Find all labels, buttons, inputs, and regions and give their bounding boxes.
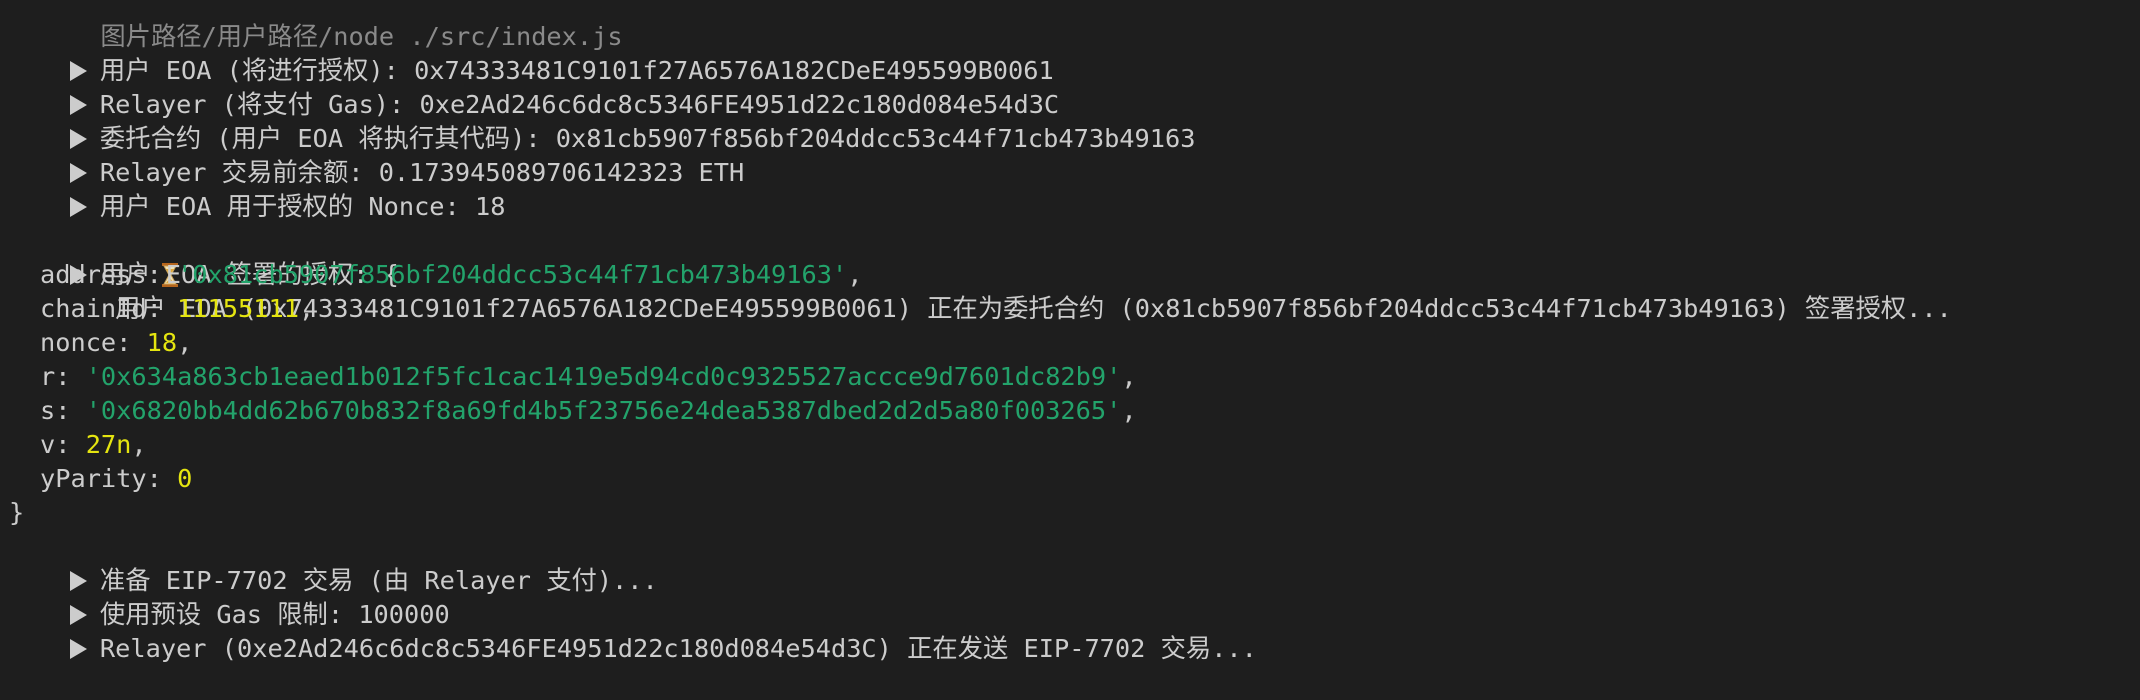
log-line-prepare-tx: 准备 EIP-7702 交易 (由 Relayer 支付)... xyxy=(0,530,2140,595)
comma: , xyxy=(177,328,193,357)
comma: , xyxy=(1121,362,1137,391)
log-text: 用户 EOA 用于授权的 Nonce: 18 xyxy=(99,192,506,221)
arrow-right-icon xyxy=(69,156,100,190)
auth-field-v: v: 27n, xyxy=(0,428,2140,462)
log-text: 用户 EOA (将进行授权): 0x74333481C9101f27A6576A… xyxy=(99,56,1054,85)
comma: , xyxy=(131,430,147,459)
terminal-output[interactable]: 图片路径/用户路径/node ./src/index.js 用户 EOA (将进… xyxy=(0,0,2140,663)
log-text: 用户 EOA (0x74333481C9101f27A6576A182CDeE4… xyxy=(99,294,1952,323)
comma: , xyxy=(847,260,863,289)
auth-field-r: r: '0x634a863cb1eaed1b012f5fc1cac1419e5d… xyxy=(0,360,2140,394)
arrow-right-icon xyxy=(69,88,100,122)
field-value: 18 xyxy=(146,328,178,357)
field-key: yParity: xyxy=(40,464,178,493)
field-key: v: xyxy=(40,430,86,459)
comma: , xyxy=(298,294,315,323)
log-text: Relayer 交易前余额: 0.173945089706142323 ETH xyxy=(99,158,745,187)
field-key: chainId: xyxy=(40,294,178,323)
field-value: 0 xyxy=(177,464,193,493)
log-text: 准备 EIP-7702 交易 (由 Relayer 支付)... xyxy=(99,566,658,595)
arrow-right-icon xyxy=(69,564,100,598)
auth-field-yparity: yParity: 0 xyxy=(0,462,2140,496)
field-key: r: xyxy=(40,362,86,391)
arrow-right-icon xyxy=(69,122,100,156)
field-value: '0x6820bb4dd62b670b832f8a69fd4b5f23756e2… xyxy=(85,396,1122,425)
field-value: 11155111 xyxy=(177,294,299,323)
field-value: '0x81cb5907f856bf204ddcc53c44f71cb473b49… xyxy=(177,260,848,289)
arrow-right-icon xyxy=(69,54,100,88)
command-text: 图片路径/用户路径/node ./src/index.js xyxy=(69,22,623,51)
auth-field-nonce: nonce: 18, xyxy=(0,326,2140,360)
log-text: 使用预设 Gas 限制: 100000 xyxy=(99,600,450,629)
auth-close-brace: } xyxy=(0,496,2140,530)
command-line-partial: 图片路径/用户路径/node ./src/index.js xyxy=(0,0,2140,51)
field-value: 27n xyxy=(85,430,132,459)
auth-field-address: address: '0x81cb5907f856bf204ddcc53c44f7… xyxy=(0,258,2140,292)
brace-text: } xyxy=(9,498,25,527)
log-text: 委托合约 (用户 EOA 将执行其代码): 0x81cb5907f856bf20… xyxy=(99,124,1196,153)
arrow-right-icon xyxy=(69,598,100,632)
comma: , xyxy=(1121,396,1137,425)
field-key: s: xyxy=(40,396,86,425)
field-key: nonce: xyxy=(40,328,147,357)
arrow-right-icon xyxy=(69,190,100,224)
arrow-right-icon xyxy=(69,632,100,666)
auth-field-s: s: '0x6820bb4dd62b670b832f8a69fd4b5f2375… xyxy=(0,394,2140,428)
log-text: Relayer (0xe2Ad246c6dc8c5346FE4951d22c18… xyxy=(99,634,1257,663)
log-text: Relayer (将支付 Gas): 0xe2Ad246c6dc8c5346FE… xyxy=(99,90,1060,119)
field-value: '0x634a863cb1eaed1b012f5fc1cac1419e5d94c… xyxy=(85,362,1122,391)
field-key: address: xyxy=(40,260,178,289)
